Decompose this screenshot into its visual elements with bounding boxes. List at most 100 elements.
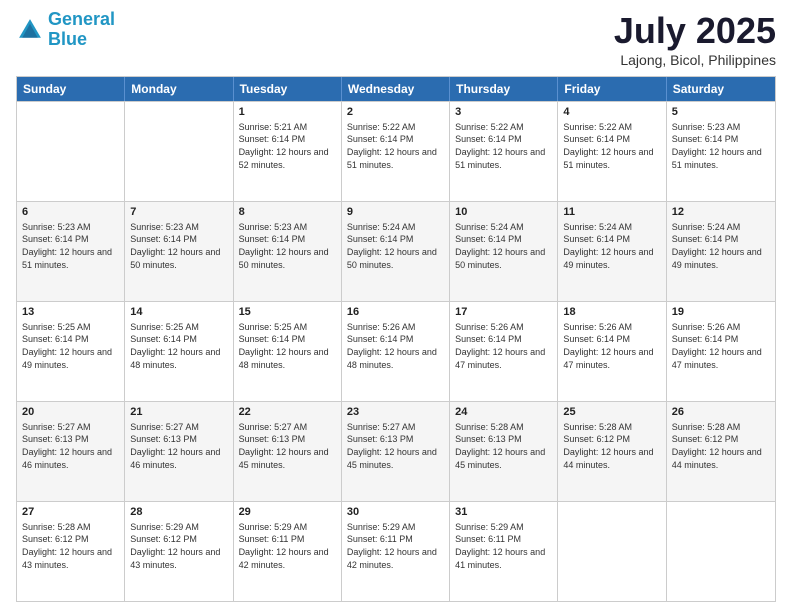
day-number: 30: [347, 505, 444, 520]
day-number: 24: [455, 405, 552, 420]
location: Lajong, Bicol, Philippines: [614, 52, 776, 68]
day-number: 3: [455, 105, 552, 120]
calendar-body: 1Sunrise: 5:21 AMSunset: 6:14 PMDaylight…: [17, 101, 775, 601]
day-number: 25: [563, 405, 660, 420]
cell-info: Sunrise: 5:27 AMSunset: 6:13 PMDaylight:…: [347, 421, 444, 471]
logo-icon: [16, 16, 44, 44]
calendar-cell-3-0: 20Sunrise: 5:27 AMSunset: 6:13 PMDayligh…: [17, 402, 125, 501]
calendar-cell-0-0: [17, 102, 125, 201]
calendar-cell-1-6: 12Sunrise: 5:24 AMSunset: 6:14 PMDayligh…: [667, 202, 775, 301]
header-wednesday: Wednesday: [342, 77, 450, 101]
page: General Blue July 2025 Lajong, Bicol, Ph…: [0, 0, 792, 612]
calendar-cell-4-3: 30Sunrise: 5:29 AMSunset: 6:11 PMDayligh…: [342, 502, 450, 601]
cell-info: Sunrise: 5:23 AMSunset: 6:14 PMDaylight:…: [130, 221, 227, 271]
calendar-cell-1-0: 6Sunrise: 5:23 AMSunset: 6:14 PMDaylight…: [17, 202, 125, 301]
calendar-cell-4-0: 27Sunrise: 5:28 AMSunset: 6:12 PMDayligh…: [17, 502, 125, 601]
day-number: 18: [563, 305, 660, 320]
title-block: July 2025 Lajong, Bicol, Philippines: [614, 10, 776, 68]
calendar-cell-2-5: 18Sunrise: 5:26 AMSunset: 6:14 PMDayligh…: [558, 302, 666, 401]
header: General Blue July 2025 Lajong, Bicol, Ph…: [16, 10, 776, 68]
day-number: 9: [347, 205, 444, 220]
day-number: 27: [22, 505, 119, 520]
header-monday: Monday: [125, 77, 233, 101]
cell-info: Sunrise: 5:25 AMSunset: 6:14 PMDaylight:…: [239, 321, 336, 371]
calendar: Sunday Monday Tuesday Wednesday Thursday…: [16, 76, 776, 602]
cell-info: Sunrise: 5:26 AMSunset: 6:14 PMDaylight:…: [672, 321, 770, 371]
calendar-cell-2-2: 15Sunrise: 5:25 AMSunset: 6:14 PMDayligh…: [234, 302, 342, 401]
day-number: 7: [130, 205, 227, 220]
calendar-cell-0-4: 3Sunrise: 5:22 AMSunset: 6:14 PMDaylight…: [450, 102, 558, 201]
calendar-cell-0-3: 2Sunrise: 5:22 AMSunset: 6:14 PMDaylight…: [342, 102, 450, 201]
day-number: 20: [22, 405, 119, 420]
cell-info: Sunrise: 5:28 AMSunset: 6:12 PMDaylight:…: [22, 521, 119, 571]
calendar-row-3: 20Sunrise: 5:27 AMSunset: 6:13 PMDayligh…: [17, 401, 775, 501]
day-number: 17: [455, 305, 552, 320]
cell-info: Sunrise: 5:26 AMSunset: 6:14 PMDaylight:…: [455, 321, 552, 371]
calendar-cell-2-6: 19Sunrise: 5:26 AMSunset: 6:14 PMDayligh…: [667, 302, 775, 401]
header-saturday: Saturday: [667, 77, 775, 101]
calendar-cell-1-5: 11Sunrise: 5:24 AMSunset: 6:14 PMDayligh…: [558, 202, 666, 301]
header-tuesday: Tuesday: [234, 77, 342, 101]
calendar-cell-2-3: 16Sunrise: 5:26 AMSunset: 6:14 PMDayligh…: [342, 302, 450, 401]
cell-info: Sunrise: 5:23 AMSunset: 6:14 PMDaylight:…: [239, 221, 336, 271]
header-thursday: Thursday: [450, 77, 558, 101]
day-number: 21: [130, 405, 227, 420]
calendar-cell-4-2: 29Sunrise: 5:29 AMSunset: 6:11 PMDayligh…: [234, 502, 342, 601]
calendar-cell-2-4: 17Sunrise: 5:26 AMSunset: 6:14 PMDayligh…: [450, 302, 558, 401]
day-number: 12: [672, 205, 770, 220]
cell-info: Sunrise: 5:22 AMSunset: 6:14 PMDaylight:…: [347, 121, 444, 171]
cell-info: Sunrise: 5:29 AMSunset: 6:11 PMDaylight:…: [455, 521, 552, 571]
logo: General Blue: [16, 10, 115, 50]
calendar-cell-4-4: 31Sunrise: 5:29 AMSunset: 6:11 PMDayligh…: [450, 502, 558, 601]
calendar-cell-3-3: 23Sunrise: 5:27 AMSunset: 6:13 PMDayligh…: [342, 402, 450, 501]
calendar-cell-2-1: 14Sunrise: 5:25 AMSunset: 6:14 PMDayligh…: [125, 302, 233, 401]
calendar-cell-1-4: 10Sunrise: 5:24 AMSunset: 6:14 PMDayligh…: [450, 202, 558, 301]
calendar-cell-0-5: 4Sunrise: 5:22 AMSunset: 6:14 PMDaylight…: [558, 102, 666, 201]
cell-info: Sunrise: 5:27 AMSunset: 6:13 PMDaylight:…: [22, 421, 119, 471]
day-number: 10: [455, 205, 552, 220]
day-number: 8: [239, 205, 336, 220]
cell-info: Sunrise: 5:25 AMSunset: 6:14 PMDaylight:…: [22, 321, 119, 371]
cell-info: Sunrise: 5:28 AMSunset: 6:12 PMDaylight:…: [563, 421, 660, 471]
day-number: 29: [239, 505, 336, 520]
cell-info: Sunrise: 5:25 AMSunset: 6:14 PMDaylight:…: [130, 321, 227, 371]
calendar-cell-0-1: [125, 102, 233, 201]
day-number: 23: [347, 405, 444, 420]
cell-info: Sunrise: 5:29 AMSunset: 6:12 PMDaylight:…: [130, 521, 227, 571]
day-number: 22: [239, 405, 336, 420]
calendar-cell-0-6: 5Sunrise: 5:23 AMSunset: 6:14 PMDaylight…: [667, 102, 775, 201]
calendar-cell-4-6: [667, 502, 775, 601]
calendar-row-1: 6Sunrise: 5:23 AMSunset: 6:14 PMDaylight…: [17, 201, 775, 301]
cell-info: Sunrise: 5:21 AMSunset: 6:14 PMDaylight:…: [239, 121, 336, 171]
day-number: 13: [22, 305, 119, 320]
day-number: 5: [672, 105, 770, 120]
day-number: 1: [239, 105, 336, 120]
calendar-cell-3-6: 26Sunrise: 5:28 AMSunset: 6:12 PMDayligh…: [667, 402, 775, 501]
calendar-cell-3-5: 25Sunrise: 5:28 AMSunset: 6:12 PMDayligh…: [558, 402, 666, 501]
day-number: 26: [672, 405, 770, 420]
logo-text: General Blue: [48, 10, 115, 50]
day-number: 11: [563, 205, 660, 220]
calendar-cell-0-2: 1Sunrise: 5:21 AMSunset: 6:14 PMDaylight…: [234, 102, 342, 201]
cell-info: Sunrise: 5:29 AMSunset: 6:11 PMDaylight:…: [347, 521, 444, 571]
day-number: 2: [347, 105, 444, 120]
cell-info: Sunrise: 5:23 AMSunset: 6:14 PMDaylight:…: [22, 221, 119, 271]
cell-info: Sunrise: 5:27 AMSunset: 6:13 PMDaylight:…: [130, 421, 227, 471]
cell-info: Sunrise: 5:28 AMSunset: 6:13 PMDaylight:…: [455, 421, 552, 471]
calendar-cell-1-1: 7Sunrise: 5:23 AMSunset: 6:14 PMDaylight…: [125, 202, 233, 301]
cell-info: Sunrise: 5:29 AMSunset: 6:11 PMDaylight:…: [239, 521, 336, 571]
cell-info: Sunrise: 5:23 AMSunset: 6:14 PMDaylight:…: [672, 121, 770, 171]
calendar-row-0: 1Sunrise: 5:21 AMSunset: 6:14 PMDaylight…: [17, 101, 775, 201]
calendar-cell-1-2: 8Sunrise: 5:23 AMSunset: 6:14 PMDaylight…: [234, 202, 342, 301]
calendar-cell-3-2: 22Sunrise: 5:27 AMSunset: 6:13 PMDayligh…: [234, 402, 342, 501]
calendar-row-2: 13Sunrise: 5:25 AMSunset: 6:14 PMDayligh…: [17, 301, 775, 401]
calendar-cell-1-3: 9Sunrise: 5:24 AMSunset: 6:14 PMDaylight…: [342, 202, 450, 301]
cell-info: Sunrise: 5:22 AMSunset: 6:14 PMDaylight:…: [455, 121, 552, 171]
calendar-cell-3-4: 24Sunrise: 5:28 AMSunset: 6:13 PMDayligh…: [450, 402, 558, 501]
header-friday: Friday: [558, 77, 666, 101]
calendar-cell-4-1: 28Sunrise: 5:29 AMSunset: 6:12 PMDayligh…: [125, 502, 233, 601]
header-sunday: Sunday: [17, 77, 125, 101]
day-number: 19: [672, 305, 770, 320]
day-number: 14: [130, 305, 227, 320]
day-number: 16: [347, 305, 444, 320]
